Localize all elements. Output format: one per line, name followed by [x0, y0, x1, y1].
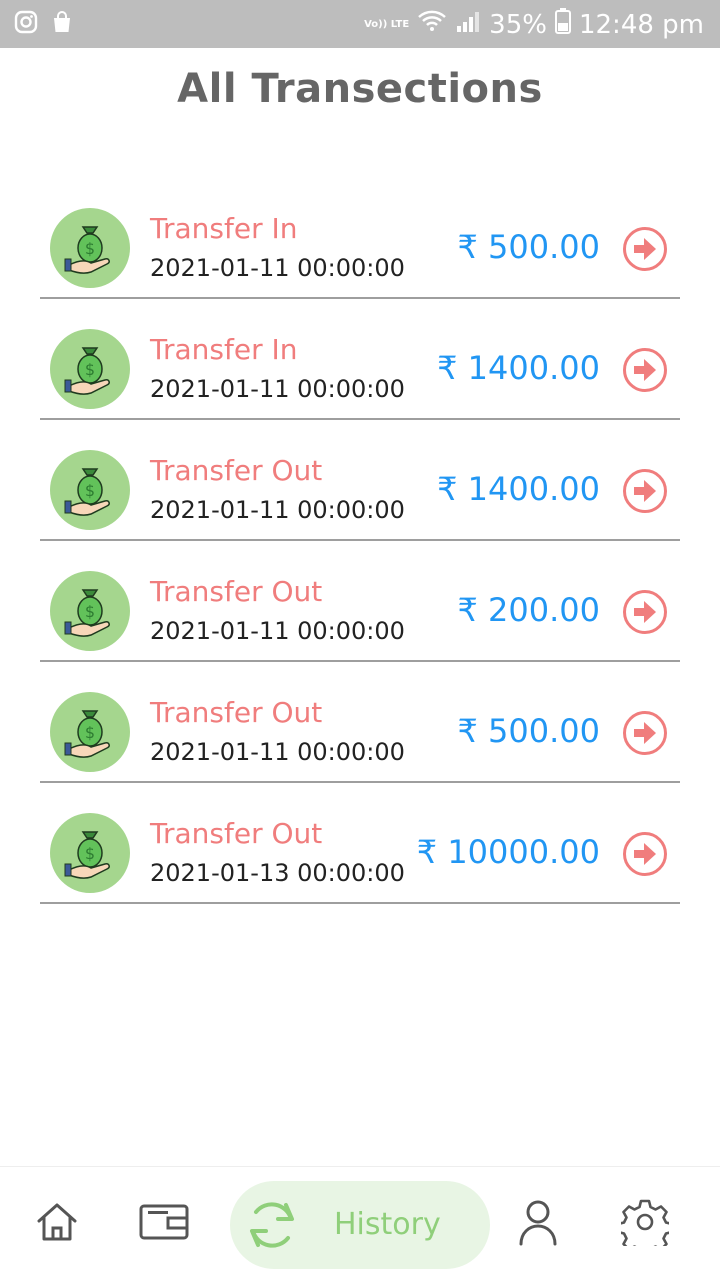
instagram-icon — [14, 10, 38, 39]
money-bag-icon: $ — [50, 692, 130, 772]
wifi-icon — [417, 9, 447, 40]
transaction-row[interactable]: $ Transfer Out 2021-01-13 00:00:00 ₹ 100… — [40, 783, 680, 904]
status-bar: Vo)) LTE 35% 12:48 pm — [0, 0, 720, 48]
svg-text:$: $ — [85, 481, 95, 500]
refresh-icon — [244, 1197, 300, 1258]
arrow-right-circle-icon[interactable] — [622, 226, 668, 272]
transaction-amount: ₹ 10000.00 — [416, 833, 600, 871]
nav-history-label: History — [334, 1207, 441, 1242]
svg-text:$: $ — [85, 844, 95, 863]
transaction-type: Transfer Out — [150, 575, 323, 608]
transaction-date: 2021-01-13 00:00:00 — [150, 859, 405, 887]
transaction-row[interactable]: $ Transfer Out 2021-01-11 00:00:00 ₹ 140… — [40, 420, 680, 541]
money-bag-icon: $ — [50, 329, 130, 409]
transaction-type: Transfer In — [150, 333, 298, 366]
transaction-amount: ₹ 500.00 — [457, 712, 601, 750]
transaction-date: 2021-01-11 00:00:00 — [150, 617, 405, 645]
transaction-type: Transfer Out — [150, 696, 323, 729]
bottom-nav: History — [0, 1166, 720, 1281]
home-icon — [34, 1199, 80, 1250]
transaction-row[interactable]: $ Transfer Out 2021-01-11 00:00:00 ₹ 500… — [40, 662, 680, 783]
volte-indicator: Vo)) LTE — [364, 18, 410, 30]
nav-wallet-button[interactable] — [132, 1167, 196, 1281]
nav-settings-button[interactable] — [616, 1167, 674, 1281]
clock: 12:48 pm — [578, 9, 704, 40]
nav-history-button[interactable]: History — [230, 1181, 490, 1269]
arrow-right-circle-icon[interactable] — [622, 831, 668, 877]
transaction-amount: ₹ 1400.00 — [437, 349, 600, 387]
transaction-type: Transfer Out — [150, 454, 323, 487]
money-bag-icon: $ — [50, 571, 130, 651]
transaction-row[interactable]: $ Transfer In 2021-01-11 00:00:00 ₹ 500.… — [40, 178, 680, 299]
transaction-date: 2021-01-11 00:00:00 — [150, 254, 405, 282]
svg-text:$: $ — [85, 360, 95, 379]
transaction-amount: ₹ 500.00 — [457, 228, 601, 266]
transaction-row[interactable]: $ Transfer Out 2021-01-11 00:00:00 ₹ 200… — [40, 541, 680, 662]
user-icon — [518, 1198, 558, 1251]
money-bag-icon: $ — [50, 450, 130, 530]
gear-icon — [616, 1198, 674, 1256]
signal-icon — [455, 9, 481, 40]
battery-icon — [554, 8, 571, 41]
transaction-list: $ Transfer In 2021-01-11 00:00:00 ₹ 500.… — [40, 178, 680, 904]
transaction-date: 2021-01-11 00:00:00 — [150, 375, 405, 403]
transaction-type: Transfer In — [150, 212, 298, 245]
battery-percent: 35% — [489, 9, 547, 40]
transaction-amount: ₹ 200.00 — [457, 591, 601, 629]
money-bag-icon: $ — [50, 208, 130, 288]
nav-home-button[interactable] — [26, 1167, 88, 1281]
svg-text:$: $ — [85, 602, 95, 621]
money-bag-icon: $ — [50, 813, 130, 893]
transaction-date: 2021-01-11 00:00:00 — [150, 738, 405, 766]
arrow-right-circle-icon[interactable] — [622, 347, 668, 393]
transaction-row[interactable]: $ Transfer In 2021-01-11 00:00:00 ₹ 1400… — [40, 299, 680, 420]
arrow-right-circle-icon[interactable] — [622, 589, 668, 635]
transaction-date: 2021-01-11 00:00:00 — [150, 496, 405, 524]
transaction-type: Transfer Out — [150, 817, 323, 850]
svg-text:$: $ — [85, 723, 95, 742]
wallet-icon — [138, 1201, 190, 1248]
arrow-right-circle-icon[interactable] — [622, 710, 668, 756]
page-title: All Transections — [177, 66, 543, 112]
arrow-right-circle-icon[interactable] — [622, 468, 668, 514]
svg-text:$: $ — [85, 239, 95, 258]
transaction-amount: ₹ 1400.00 — [437, 470, 600, 508]
shopping-bag-icon — [52, 11, 72, 38]
nav-profile-button[interactable] — [512, 1167, 564, 1281]
